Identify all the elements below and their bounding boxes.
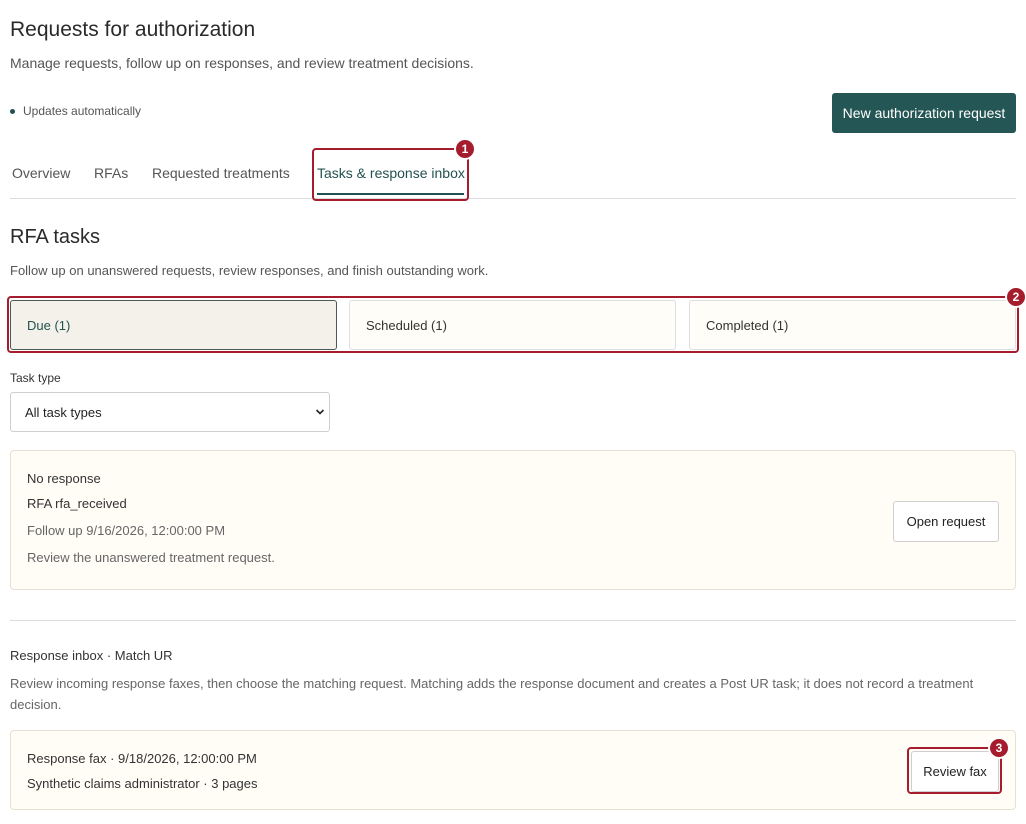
annotation-badge-2: 2 [1005,286,1026,308]
annotation-badge-3: 3 [988,737,1010,759]
tasks-section-subtitle: Follow up on unanswered requests, review… [10,263,489,278]
filter-due[interactable]: Due (1) [10,300,337,350]
fax-meta: Synthetic claims administrator · 3 pages [27,776,258,791]
review-fax-button[interactable]: Review fax [911,751,999,792]
page-title: Requests for authorization [10,18,256,41]
auto-update-status: Updates automatically [10,104,141,118]
tab-overview[interactable]: Overview [12,165,70,181]
tab-rfas[interactable]: RFAs [94,165,128,181]
tab-bar: Overview RFAs Requested treatments Tasks… [10,148,1016,199]
inbox-description: Review incoming response faxes, then cho… [10,676,974,712]
tab-requested-treatments[interactable]: Requested treatments [152,165,290,181]
task-rfa: RFA rfa_received [27,496,127,511]
tab-tasks-response-inbox[interactable]: Tasks & response inbox [317,165,465,181]
page-subtitle: Manage requests, follow up on responses,… [10,55,474,71]
active-tab-indicator [317,193,464,195]
filter-scheduled[interactable]: Scheduled (1) [349,300,676,350]
chevron-down-icon [315,409,325,415]
annotation-badge-1: 1 [454,138,476,160]
inbox-title: Response inbox · Match UR [10,648,173,663]
tasks-section-title: RFA tasks [10,226,101,248]
task-type-label: Task type [10,371,61,385]
section-divider [10,620,1016,621]
task-type-value: All task types [25,405,102,420]
task-follow-up: Follow up 9/16/2026, 12:00:00 PM [27,523,226,538]
task-type-select[interactable]: All task types [10,392,330,432]
task-title: No response [27,471,101,486]
new-authorization-request-button[interactable]: New authorization request [832,93,1016,133]
status-text: Updates automatically [23,104,142,118]
fax-card: Response fax · 9/18/2026, 12:00:00 PM Sy… [10,730,1016,810]
filter-completed[interactable]: Completed (1) [689,300,1016,350]
fax-title: Response fax · 9/18/2026, 12:00:00 PM [27,751,257,766]
open-request-button[interactable]: Open request [893,501,999,542]
status-dot-icon [10,108,15,114]
task-description: Review the unanswered treatment request. [27,550,275,565]
task-card: No response RFA rfa_received Follow up 9… [10,450,1016,590]
